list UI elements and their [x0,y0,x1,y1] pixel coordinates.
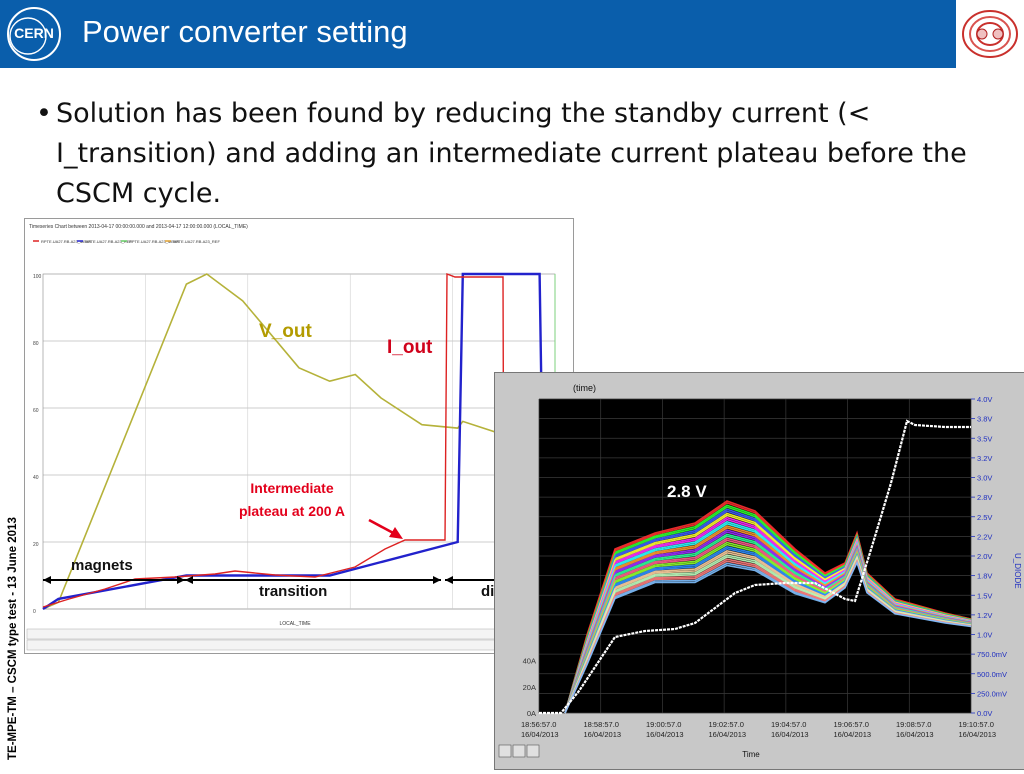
scope-x-tick-time: 19:00:57.0 [646,720,681,729]
scope-right-tick-label: 1.0V [977,631,992,640]
y-tick-label: 60 [33,408,39,414]
scope-x-tick-date: 16/04/2013 [834,730,872,739]
scope-right-tick-label: 1.2V [977,611,992,620]
scope-x-tick-date: 16/04/2013 [521,730,559,739]
scope-right-tick-label: 4.0V [977,395,992,404]
legend-entry: RPTE.UA27.RB.A23_MEAS [41,239,92,244]
label-plateau-line1: Intermediate [250,480,333,496]
scope-title: (time) [573,383,596,393]
scope-right-tick-label: 2.8V [977,493,992,502]
cern-logo-icon: CERN [7,7,61,61]
scope-right-tick-label: 250.0mV [977,689,1007,698]
scope-x-tick-date: 16/04/2013 [584,730,622,739]
side-footer-label: TE-MPE-TM – CSCM type test - 13 June 201… [7,517,19,760]
scope-right-tick-label: 1.5V [977,591,992,600]
scope-right-tick-label: 2.2V [977,532,992,541]
scope-right-tick-label: 3.8V [977,415,992,424]
scope-right-tick-label: 2.0V [977,552,992,561]
scope-right-tick-label: 1.8V [977,572,992,581]
chart-data-table [26,628,572,651]
label-v-out: V_out [259,321,312,342]
scope-left-tick-label: 20A [523,683,536,692]
y-tick-label: 100 [33,274,42,280]
magnet-logo-icon [962,10,1018,58]
slide-title: Power converter setting [82,14,408,49]
legend-entry: RPTE.UA27.RB.A23_REF [173,239,220,244]
bullet-text: Solution has been found by reducing the … [56,98,967,209]
label-i-out: I_out [387,337,433,358]
scope-x-axis-label: Time [742,750,760,759]
scope-value-label: 2.8 V [667,482,707,501]
scope-right-tick-label: 3.5V [977,434,992,443]
scope-right-tick-label: 0.0V [977,709,992,718]
y-tick-label: 80 [33,341,39,347]
scope-right-tick-label: 750.0mV [977,650,1007,659]
y-tick-label: 0 [33,609,36,615]
chart-legend: RPTE.UA27.RB.A23_MEASRPTE.UA27.RB.A23_RE… [33,239,220,244]
scope-left-ticks: 40A 20A 0A [523,657,536,718]
scope-x-tick-date: 16/04/2013 [771,730,809,739]
timeseries-chart: Timeseries Chart between 2013-04-17 00:0… [26,224,572,651]
scope-x-tick-date: 16/04/2013 [646,730,684,739]
legend-entry: RPTE.UA27.RB.A23_MEAS [129,239,180,244]
scope-x-tick-time: 19:08:57.0 [896,720,931,729]
scope-x-tick-time: 19:10:57.0 [959,720,994,729]
scope-x-tick-time: 19:04:57.0 [771,720,806,729]
scope-right-tick-label: 3.0V [977,474,992,483]
y-tick-label: 20 [33,542,39,548]
label-magnets: magnets [71,557,133,574]
scope-x-tick-date: 16/04/2013 [959,730,997,739]
scope-x-tick-time: 18:58:57.0 [584,720,619,729]
scope-right-tick-label: 3.2V [977,454,992,463]
chart-header-text: Timeseries Chart between 2013-04-17 00:0… [29,224,248,230]
bullet-dot: • [36,98,52,129]
scope-left-tick-label: 40A [523,657,536,666]
y-tick-label: 40 [33,475,39,481]
scope-x-tick-date: 16/04/2013 [709,730,747,739]
label-transition: transition [259,583,327,600]
scope-x-tick-time: 18:56:57.0 [521,720,556,729]
scope-x-tick-time: 19:06:57.0 [834,720,869,729]
scope-chart: (time) 2.8 V 4.0V 3.8V 3.5V 3.2V 3.0V 2.8V 2.5… [498,383,1022,759]
scope-left-tick-label: 0A [527,709,536,718]
label-plateau-line2: plateau at 200 A [239,503,345,519]
chart-y-ticks: 100 80 60 40 20 0 [33,274,42,615]
scope-right-axis-name: U_DIODE [1013,553,1022,589]
scope-x-tick-date: 16/04/2013 [896,730,934,739]
scope-tool-icons[interactable] [498,744,540,758]
scope-right-tick-label: 500.0mV [977,670,1007,679]
cern-logo: CERN [0,0,68,68]
cern-logo-text: CERN [14,25,54,41]
scope-x-tick-time: 19:02:57.0 [709,720,744,729]
scope-right-ticks: 4.0V 3.8V 3.5V 3.2V 3.0V 2.8V 2.5V 2.2V 2.0V 1.8V… [971,395,1007,718]
magnet-logo [956,0,1024,68]
scope-right-tick-label: 2.5V [977,513,992,522]
scope-panel: (time) 2.8 V 4.0V 3.8V 3.5V 3.2V 3.0V 2.8V 2.5… [494,372,1024,770]
timeseries-chart-panel: Timeseries Chart between 2013-04-17 00:0… [24,218,574,654]
scope-x-ticks: 18:56:57.016/04/201318:58:57.016/04/2013… [521,720,996,739]
chart-x-axis-label: LOCAL_TIME [279,621,311,627]
